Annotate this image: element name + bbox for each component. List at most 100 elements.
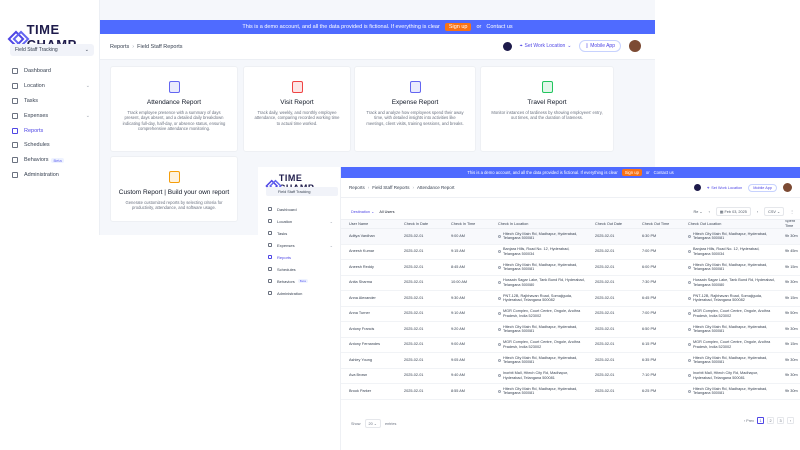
column-header-spent-time[interactable]: Spent Time — [777, 220, 800, 228]
sidebar-item-behaviors[interactable]: Behaviors Beta — [258, 275, 341, 287]
sidebar-item-label: Dashboard — [24, 68, 51, 75]
column-header-label: Check In Time — [451, 221, 476, 226]
mobile-app-button[interactable]: Mobile App — [748, 183, 777, 192]
column-header-check-in-date[interactable]: Check In Date — [396, 220, 443, 228]
date-picker[interactable]: ▦ Feb 03, 2025 — [715, 207, 751, 216]
sidebar-item-reports[interactable]: Reports — [258, 251, 341, 263]
breadcrumb-field-staff-reports[interactable]: Field Staff Reports — [372, 185, 409, 190]
tasks-icon — [12, 97, 18, 104]
signup-button[interactable]: Sign up — [621, 169, 642, 176]
table-row[interactable]: Brook Parker 2025-02-01 8:55 AM Hitech City… — [341, 384, 800, 400]
page-button-1[interactable]: 1 — [757, 417, 764, 424]
table-row[interactable]: Aneesh Reddy 2025-02-01 8:45 AM Hitech City… — [341, 260, 800, 276]
sidebar-item-dashboard[interactable]: Dashboard — [0, 64, 100, 79]
table-cell-check-in-time: 9:15 AM — [443, 245, 490, 260]
location-pin-icon — [498, 358, 501, 362]
behaviors-icon — [12, 157, 18, 164]
contact-us-link[interactable]: Contact us — [654, 170, 674, 175]
export-button[interactable]: CSV ⌄ — [764, 207, 785, 216]
prev-page-button[interactable]: ‹ Prev — [744, 419, 754, 423]
page-button-3[interactable]: 3 — [777, 417, 784, 424]
theme-icon[interactable] — [502, 41, 512, 51]
next-page-button[interactable]: › — [787, 417, 794, 424]
sidebar: TIME CHAMP Field Staff Tracking Dashboar… — [258, 167, 341, 450]
table-row[interactable]: Antony Francis 2025-02-01 9:20 AM Hitech Ci… — [341, 322, 800, 338]
sidebar-item-tasks[interactable]: Tasks — [0, 94, 100, 109]
column-header-check-in-location[interactable]: Check In Location — [490, 220, 587, 228]
table-cell-user-name: Aneesh Kumar — [341, 245, 396, 260]
table-row[interactable]: Antony Fernandes 2025-02-01 9:00 AM MGR Com… — [341, 338, 800, 353]
sidebar-item-administration[interactable]: Administration — [0, 168, 100, 183]
set-work-location-button[interactable]: ⌖ Set Work Location ⌄ — [520, 43, 572, 49]
chevron-down-icon: ⌄ — [329, 242, 333, 248]
avatar[interactable] — [629, 40, 641, 52]
cell-value: 9h 30m — [785, 326, 798, 331]
sidebar-item-label: Behaviors — [277, 278, 295, 284]
breadcrumb-reports[interactable]: Reports — [110, 44, 129, 50]
sidebar-item-location[interactable]: Location ⌄ — [0, 79, 100, 94]
set-work-location-button[interactable]: ⌖ Set Work Location — [707, 186, 742, 190]
column-header-check-out-time[interactable]: Check Out Time — [634, 220, 680, 228]
tasks-icon — [268, 231, 272, 235]
cell-value: Banjara Hills, Road No. 12, Hyderabad, T… — [503, 247, 570, 256]
cell-value: 6:15 PM — [642, 342, 657, 347]
table-row[interactable]: Aditya Vardhan 2025-02-01 9:00 AM Hitech Ci… — [341, 229, 800, 245]
column-header-user-name[interactable]: User Name — [341, 220, 396, 228]
sidebar-item-tasks[interactable]: Tasks — [258, 227, 341, 239]
page-button-2[interactable]: 2 — [767, 417, 774, 424]
table-cell-check-out-location: PNT-12B, Rajbhavan Road, Somajiguda, Hyd… — [680, 291, 777, 306]
table-row[interactable]: Anna Turner 2025-02-01 9:10 AM MGR Complex,… — [341, 307, 800, 322]
sidebar-item-location[interactable]: Location ⌄ — [258, 215, 341, 227]
report-card-custom-report[interactable]: Custom Report | Build your own report Gen… — [110, 156, 238, 222]
column-header-check-in-time[interactable]: Check In Time — [443, 220, 490, 228]
table-cell-check-in-time: 10:00 AM — [443, 276, 490, 291]
breadcrumb-reports[interactable]: Reports — [349, 185, 365, 190]
table-cell-user-name: Ava Brown — [341, 369, 396, 384]
org-selector[interactable]: Field Staff Tracking — [266, 187, 338, 196]
cell-value: Antony Fernandes — [349, 342, 381, 347]
table-row[interactable]: Aneesh Kumar 2025-02-01 9:15 AM Banjara Hil… — [341, 245, 800, 260]
column-header-check-out-location[interactable]: Check Out Location — [680, 220, 777, 228]
sidebar-item-expenses[interactable]: Expenses ⌄ — [258, 239, 341, 251]
more-options-icon[interactable]: ⋮ — [790, 209, 794, 214]
avatar[interactable] — [783, 183, 792, 192]
sidebar-item-schedules[interactable]: Schedules — [258, 263, 341, 275]
sidebar-item-reports[interactable]: Reports — [0, 123, 100, 138]
page-size-select[interactable]: 20 ⌄ — [364, 419, 381, 428]
set-work-location-label: Set Work Location — [711, 185, 743, 190]
theme-icon[interactable] — [694, 184, 702, 191]
table-cell-check-in-location: MGR Complex, Court Centre, Ongole, Andhr… — [490, 338, 587, 353]
table-cell-check-in-date: 2025-02-01 — [396, 291, 443, 306]
next-date-icon[interactable]: › — [757, 210, 758, 214]
behaviors-icon — [268, 279, 272, 283]
destination-value: All Users — [379, 210, 395, 214]
location-pin-icon — [688, 296, 691, 300]
report-card-visit-report[interactable]: Visit Report Track daily, weekly, and mon… — [243, 66, 351, 152]
per-page-select[interactable]: Re ⌄ — [693, 209, 702, 214]
sidebar-item-schedules[interactable]: Schedules — [0, 138, 100, 153]
table-row[interactable]: Anna Alexander 2025-02-01 9:30 AM PNT-12B, … — [341, 291, 800, 307]
sidebar-item-administration[interactable]: Administration — [258, 287, 341, 299]
cell-value: 2025-02-01 — [595, 311, 615, 316]
report-card-attendance-report[interactable]: Attendance Report Track employee presence… — [110, 66, 238, 152]
sidebar-item-expenses[interactable]: Expenses ⌄ — [0, 108, 100, 123]
table-cell-check-out-location: MGR Complex, Court Centre, Ongole, Andhr… — [680, 307, 777, 322]
sidebar-item-label: Location — [277, 218, 293, 224]
sidebar-item-label: Tasks — [277, 230, 288, 236]
location-pin-icon: ⌖ — [707, 185, 710, 190]
destination-filter[interactable]: Destination ⌄ All Users — [351, 209, 395, 214]
cell-value: 2025-02-01 — [595, 388, 615, 393]
report-card-travel-report[interactable]: Travel Report Monitor instances of tardin… — [480, 66, 614, 152]
sidebar-item-dashboard[interactable]: Dashboard — [258, 203, 341, 215]
table-row[interactable]: Ava Brown 2025-02-01 9:40 AM Inorbit Mall, … — [341, 369, 800, 384]
prev-date-icon[interactable]: ‹ — [709, 210, 710, 214]
table-row[interactable]: Ashley Young 2025-02-01 9:05 AM Hitech City… — [341, 353, 800, 369]
org-selector[interactable]: Field Staff Tracking ⌄ — [10, 44, 94, 56]
report-card-expense-report[interactable]: Expense Report Track and analyze how empl… — [354, 66, 476, 152]
column-header-check-out-date[interactable]: Check Out Date — [587, 220, 634, 228]
mobile-app-button[interactable]: ▯ Mobile App — [579, 40, 621, 52]
sidebar-item-behaviors[interactable]: Behaviors Beta — [0, 153, 100, 168]
table-row[interactable]: Anita Sharma 2025-02-01 10:00 AM Hussain Sa… — [341, 276, 800, 291]
contact-us-link[interactable]: Contact us — [486, 24, 512, 30]
signup-button[interactable]: Sign up — [444, 23, 472, 31]
